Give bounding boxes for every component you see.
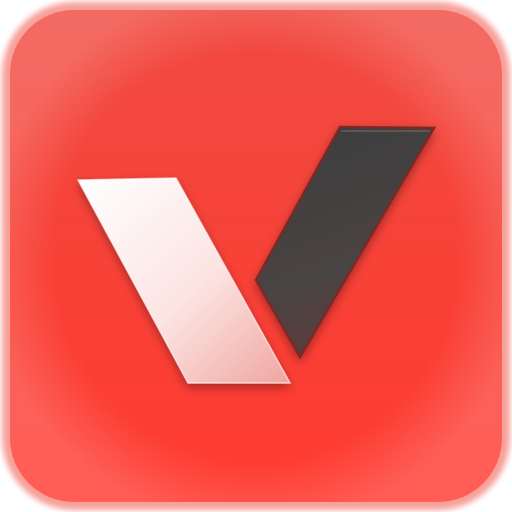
app-icon[interactable] [0, 0, 512, 512]
icon-inner-glow [10, 10, 502, 502]
app-icon-graphic [2, 2, 510, 510]
